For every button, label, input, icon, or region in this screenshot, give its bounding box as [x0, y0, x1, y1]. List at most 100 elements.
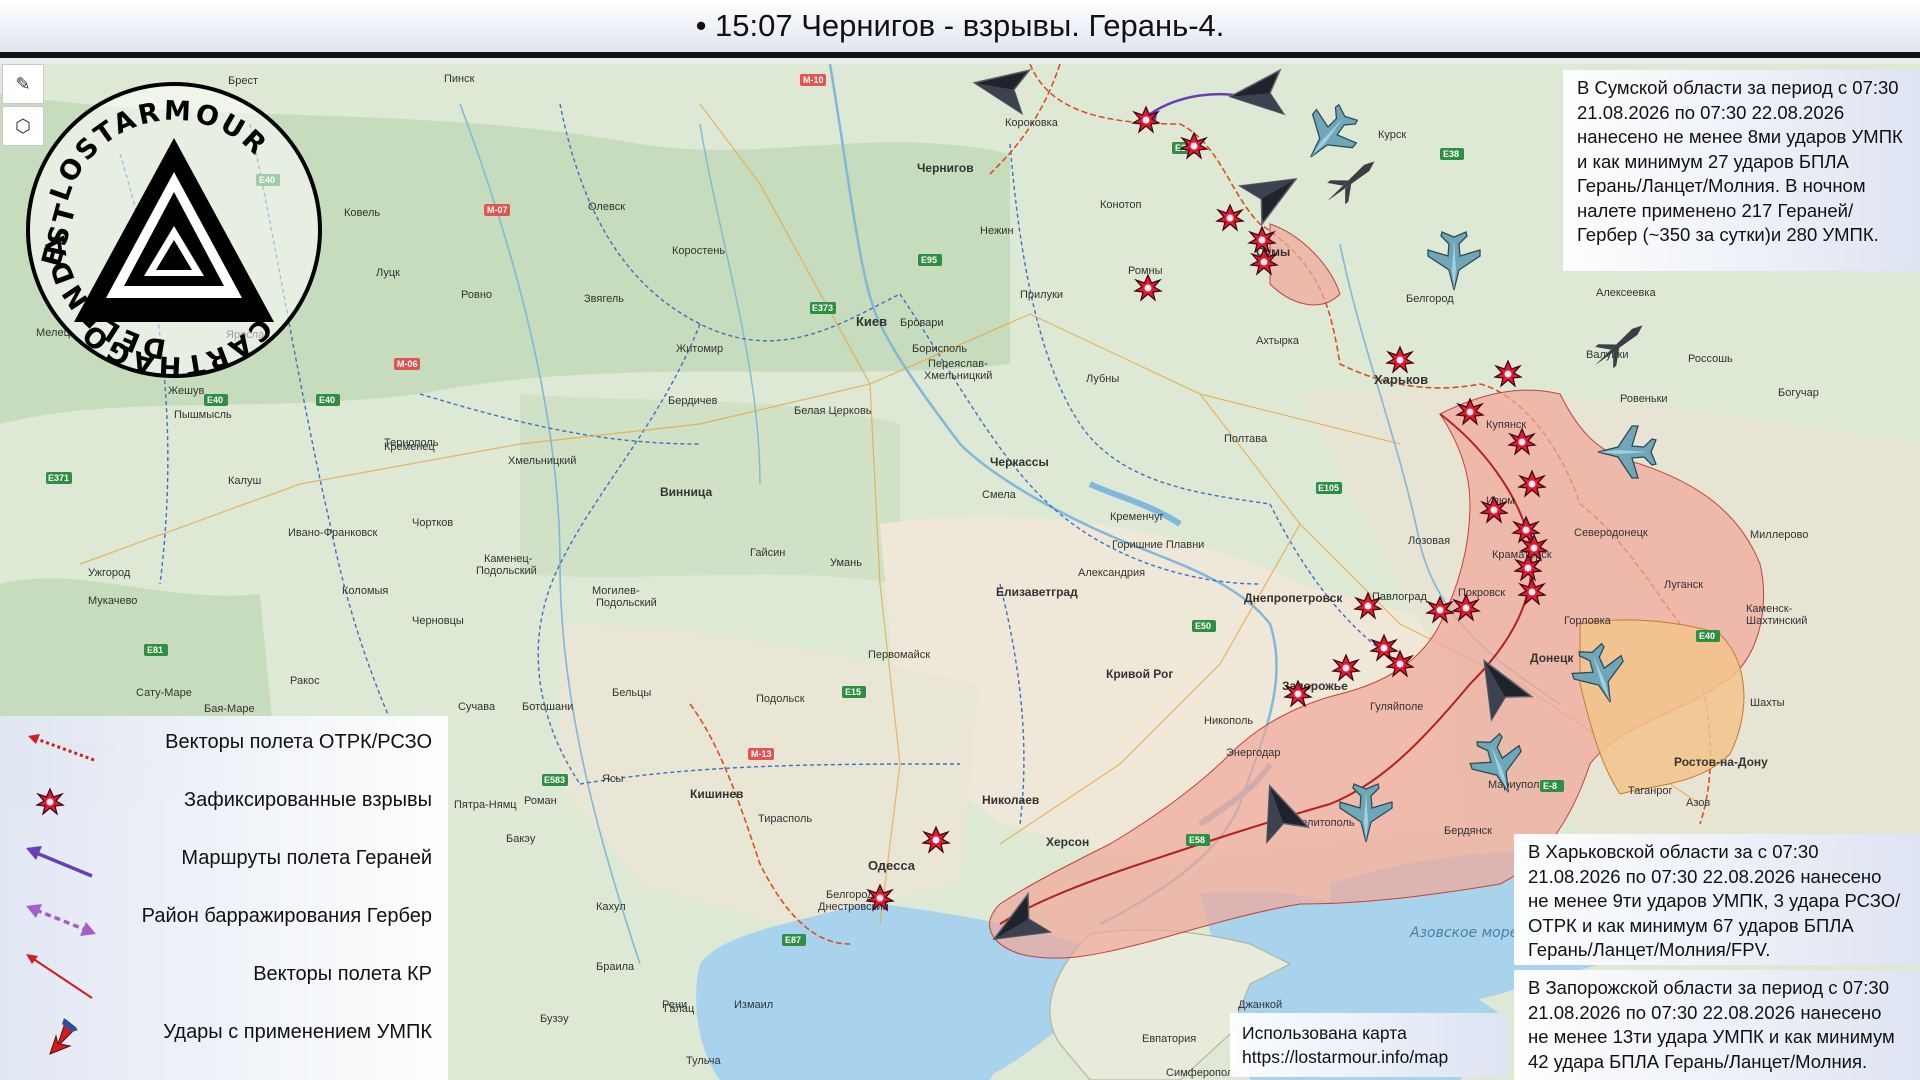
svg-text:Подольск: Подольск: [756, 693, 805, 705]
svg-text:Чернигов: Чернигов: [917, 161, 974, 175]
svg-text:Кахул: Кахул: [596, 901, 626, 913]
svg-text:Олевск: Олевск: [588, 201, 625, 213]
red-bomb-arrow-icon: [49, 1018, 78, 1055]
svg-text:Ровно: Ровно: [461, 289, 492, 301]
svg-text:Бакэу: Бакэу: [506, 833, 536, 845]
legend-item-umpk: Удары с применением УМПК: [0, 1006, 448, 1064]
svg-text:Подольский: Подольский: [596, 597, 657, 609]
svg-text:E373: E373: [812, 303, 833, 313]
svg-text:Галац: Галац: [664, 1003, 695, 1015]
svg-text:M-07: M-07: [487, 205, 508, 215]
svg-text:M-13: M-13: [751, 749, 772, 759]
svg-text:Горишние Плавни: Горишние Плавни: [1112, 539, 1204, 551]
svg-text:M-10: M-10: [803, 75, 824, 85]
legend-item-explosions: Зафиксированные взрывы: [0, 774, 448, 832]
svg-text:E58: E58: [1189, 835, 1205, 845]
purple-arrow-icon: [26, 846, 93, 878]
svg-text:Кишинев: Кишинев: [690, 787, 743, 801]
svg-text:E87: E87: [785, 935, 801, 945]
svg-text:Луганск: Луганск: [1664, 579, 1703, 591]
svg-text:Александрия: Александрия: [1078, 567, 1145, 579]
svg-text:Харьков: Харьков: [1374, 372, 1428, 387]
svg-text:Мукачево: Мукачево: [88, 595, 137, 607]
svg-text:Винница: Винница: [660, 485, 712, 499]
legend-label-kr: Векторы полета КР: [253, 963, 432, 985]
svg-text:Миллерово: Миллерово: [1750, 529, 1808, 541]
svg-text:Николаев: Николаев: [982, 793, 1039, 807]
svg-text:Гуляйполе: Гуляйполе: [1370, 701, 1423, 713]
svg-text:Тульча: Тульча: [686, 1055, 722, 1067]
svg-text:E40: E40: [207, 395, 223, 405]
svg-text:E40: E40: [319, 395, 335, 405]
svg-text:Переяслав-: Переяслав-: [928, 358, 988, 370]
svg-text:E15: E15: [845, 687, 861, 697]
svg-text:Могилев-: Могилев-: [592, 585, 640, 597]
svg-text:Борисполь: Борисполь: [912, 343, 967, 355]
svg-text:E371: E371: [48, 473, 69, 483]
legend-item-otrk: Векторы полета ОТРК/РСЗО: [0, 716, 448, 774]
svg-text:Бельцы: Бельцы: [612, 687, 651, 699]
dashed-purple-double-arrow-icon: [26, 904, 96, 936]
svg-text:Бая-Маре: Бая-Маре: [204, 703, 255, 715]
lostarmour-logo: LOSTARMOUR CARTHAGO DELENDA EST: [24, 80, 324, 381]
svg-text:E81: E81: [147, 645, 163, 655]
svg-text:Первомайск: Первомайск: [868, 649, 930, 661]
sumy-info-box: В Сумской области за период с 07:30 21.0…: [1563, 70, 1920, 271]
svg-text:Ромны: Ромны: [1128, 265, 1163, 277]
legend-label-umpk: Удары с применением УМПК: [163, 1021, 432, 1043]
svg-text:E50: E50: [1195, 621, 1211, 631]
svg-text:Купянск: Купянск: [1486, 419, 1526, 431]
svg-text:Алексеевка: Алексеевка: [1596, 287, 1656, 299]
kharkov-info-box: В Харьковской области за с 07:30 21.08.2…: [1514, 834, 1920, 965]
zaporozhye-info-box: В Запорожской области за период с 07:30 …: [1514, 970, 1920, 1080]
svg-text:Гайсин: Гайсин: [750, 547, 785, 559]
svg-text:Одесса: Одесса: [868, 858, 916, 873]
legend-label-geran-routes: Маршруты полета Гераней: [181, 847, 432, 869]
svg-text:Евпатория: Евпатория: [1142, 1033, 1196, 1045]
svg-text:Нежин: Нежин: [980, 225, 1014, 237]
svg-text:Богучар: Богучар: [1778, 387, 1819, 399]
svg-text:Хмельницкий: Хмельницкий: [508, 455, 576, 467]
legend-label-otrk: Векторы полета ОТРК/РСЗО: [165, 731, 432, 753]
svg-text:Донецк: Донецк: [1530, 651, 1574, 665]
sea-label: Азовское море: [1409, 925, 1518, 941]
svg-text:Сучава: Сучава: [458, 701, 496, 713]
svg-text:Россошь: Россошь: [1688, 353, 1733, 365]
svg-text:Измаил: Измаил: [734, 999, 773, 1011]
map-credit-link[interactable]: https://lostarmour.info/map: [1242, 1045, 1496, 1069]
svg-text:Таганрог: Таганрог: [1628, 785, 1673, 797]
svg-text:Коростень: Коростень: [672, 245, 725, 257]
svg-text:Подольский: Подольский: [476, 565, 537, 577]
kharkov-info-text: В Харьковской области за с 07:30 21.08.2…: [1528, 841, 1901, 960]
svg-text:Симферополь: Симферополь: [1166, 1067, 1239, 1079]
svg-text:Прилуки: Прилуки: [1020, 289, 1063, 301]
svg-text:Пышмысль: Пышмысль: [174, 409, 232, 421]
svg-text:Северодонецк: Северодонецк: [1574, 527, 1648, 539]
svg-text:Роман: Роман: [524, 795, 557, 807]
svg-text:Луцк: Луцк: [376, 267, 400, 279]
svg-text:Сату-Маре: Сату-Маре: [136, 687, 192, 699]
svg-text:Каменск-: Каменск-: [1746, 603, 1793, 615]
svg-text:E-8: E-8: [1543, 781, 1557, 791]
svg-text:Ровеньки: Ровеньки: [1620, 393, 1668, 405]
svg-text:Тирасполь: Тирасполь: [758, 813, 812, 825]
svg-text:Азов: Азов: [1686, 797, 1710, 809]
logo-emblem: LOSTARMOUR CARTHAGO DELENDA EST: [26, 82, 322, 381]
svg-text:Пинск: Пинск: [444, 73, 475, 85]
svg-text:E40: E40: [1699, 631, 1715, 641]
svg-text:Полтава: Полтава: [1224, 433, 1268, 445]
svg-text:E105: E105: [1318, 483, 1339, 493]
explosion-icon: [36, 788, 64, 815]
svg-text:Ужгород: Ужгород: [88, 567, 131, 579]
svg-text:Ракос: Ракос: [290, 675, 320, 687]
svg-text:Смела: Смела: [982, 489, 1017, 501]
svg-text:Лубны: Лубны: [1086, 373, 1119, 385]
svg-text:Кривой Рог: Кривой Рог: [1106, 667, 1173, 681]
svg-text:Ахтырка: Ахтырка: [1256, 335, 1300, 347]
svg-text:Шахты: Шахты: [1750, 697, 1785, 709]
map-credit: Использована карта https://lostarmour.in…: [1230, 1013, 1508, 1077]
page-title: • 15:07 Чернигов - взрывы. Герань-4.: [695, 8, 1225, 43]
svg-text:Кременчуг: Кременчуг: [1110, 511, 1164, 523]
svg-text:Херсон: Херсон: [1046, 835, 1089, 849]
svg-text:Мариуполь: Мариуполь: [1488, 779, 1545, 791]
